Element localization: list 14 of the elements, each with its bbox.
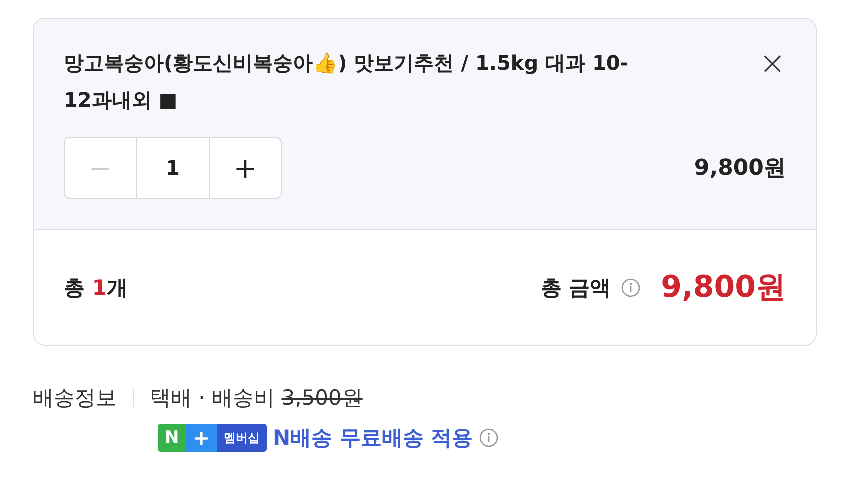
total-count: 총 1개 <box>64 274 128 302</box>
item-price: 9,800원 <box>694 155 786 183</box>
info-icon[interactable] <box>479 428 500 448</box>
delivery-method: 택배 · 배송비 3,500원 <box>150 385 363 412</box>
close-button[interactable]: × <box>759 51 786 75</box>
free-shipping-text: N배송 무료배송 적용 <box>273 425 474 452</box>
total-price: 9,800원 <box>661 269 786 307</box>
total-label: 총 금액 <box>540 274 612 302</box>
product-title: 망고복숭아(황도신비복숭아👍) 맛보기추천 / 1.5kg 대과 10-12과내외 ■ <box>64 50 630 114</box>
info-icon[interactable] <box>621 278 642 298</box>
increase-button[interactable]: + <box>209 137 282 199</box>
membership-badge: N + 멤버십 <box>158 424 267 452</box>
delivery-label: 배송정보 <box>33 385 117 412</box>
quantity-field[interactable]: 1 <box>137 137 209 199</box>
